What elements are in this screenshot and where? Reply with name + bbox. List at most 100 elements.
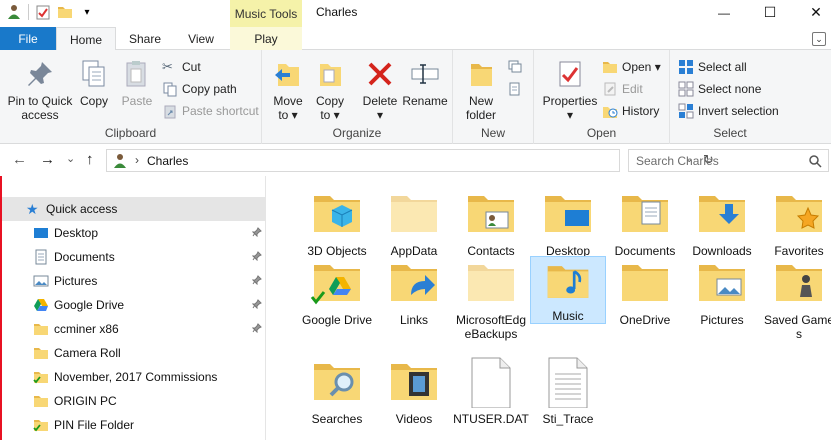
tab-view[interactable]: View	[176, 27, 226, 50]
breadcrumb-charles[interactable]: Charles	[147, 154, 188, 168]
close-button[interactable]: ✕	[793, 0, 831, 25]
nav-item-documents[interactable]: Documents	[2, 245, 265, 269]
window-edge-accent	[0, 176, 2, 440]
contacts-folder-icon	[468, 196, 514, 232]
pin-icon	[28, 62, 52, 86]
google-drive-icon	[34, 299, 48, 311]
new-folder-button[interactable]: New folder	[461, 58, 501, 122]
minimize-button[interactable]: —	[701, 0, 747, 25]
nav-item-november-commissions[interactable]: November, 2017 Commissions	[2, 365, 265, 389]
copy-path-button[interactable]: Copy path	[162, 80, 237, 98]
copy-to-button[interactable]: Copy to ▾	[312, 58, 348, 122]
nav-item-origin-pc[interactable]: ORIGIN PC	[2, 389, 265, 413]
properties-icon[interactable]	[35, 3, 51, 21]
select-all-button[interactable]: Select all	[678, 58, 747, 76]
nav-item-pictures[interactable]: Pictures	[2, 269, 265, 293]
paste-shortcut-button[interactable]: Paste shortcut	[162, 102, 259, 120]
item-google-drive[interactable]: Google Drive	[299, 245, 375, 327]
forward-button[interactable]: →	[40, 151, 55, 168]
clipboard-group: Pin to Quick access Copy Paste ✂ Cut Cop…	[0, 50, 262, 144]
move-to-icon	[275, 64, 299, 86]
item-pictures[interactable]: Pictures	[684, 245, 760, 327]
new-folder-icon[interactable]	[57, 3, 73, 21]
address-bar[interactable]: › Charles ⌄ ↻	[106, 149, 714, 172]
search-placeholder: Search Charles	[636, 154, 719, 168]
clipboard-group-label: Clipboard	[104, 126, 157, 140]
edit-icon	[604, 82, 616, 96]
item-desktop[interactable]: Desktop	[530, 176, 606, 258]
search-input[interactable]: Search Charles	[628, 149, 829, 172]
select-none-icon	[678, 81, 694, 97]
new-group-label: New	[480, 126, 505, 140]
invert-selection-button[interactable]: Invert selection	[678, 102, 779, 120]
nav-item-ccminer[interactable]: ccminer x86	[2, 317, 265, 341]
pin-icon[interactable]	[251, 226, 262, 240]
select-group: Select all Select none Invert selection …	[670, 50, 790, 144]
nav-pane-scrollbar[interactable]	[266, 176, 283, 440]
item-sti-trace[interactable]: Sti_Trace	[530, 344, 606, 426]
item-searches[interactable]: Searches	[299, 344, 375, 426]
quick-access-toolbar: ▾	[6, 3, 95, 21]
context-tab-group-label: Music Tools	[230, 0, 302, 27]
up-button[interactable]: ↑	[86, 151, 94, 168]
item-saved-games[interactable]: Saved Games	[761, 245, 831, 341]
select-all-icon	[679, 60, 693, 74]
tab-file[interactable]: File	[0, 27, 56, 50]
delete-button[interactable]: Delete ▾	[360, 58, 400, 122]
open-button[interactable]: Open ▾	[602, 58, 661, 76]
item-videos[interactable]: Videos	[376, 344, 452, 426]
edit-button[interactable]: Edit	[602, 80, 643, 98]
pin-icon[interactable]	[251, 250, 262, 264]
nav-item-google-drive[interactable]: Google Drive	[2, 293, 265, 317]
maximize-button[interactable]: ☐	[747, 0, 793, 25]
easy-access-icon	[509, 82, 520, 96]
item-ntuser-dat[interactable]: NTUSER.DAT	[453, 344, 529, 426]
recent-locations-button[interactable]: ⌄	[66, 152, 75, 165]
item-microsoft-edge-backups[interactable]: MicrosoftEdgeBackups	[453, 245, 529, 341]
item-music[interactable]: Music	[530, 256, 606, 324]
select-group-label: Select	[713, 126, 747, 140]
tab-share[interactable]: Share	[120, 27, 170, 50]
open-group: Properties ▾ Open ▾ Edit History Open	[534, 50, 670, 144]
item-links[interactable]: Links	[376, 245, 452, 327]
pin-icon[interactable]	[251, 298, 262, 312]
organize-group: Move to ▾ Copy to ▾ Delete ▾ Rename Orga…	[262, 50, 453, 144]
copy-icon	[82, 60, 105, 87]
searches-folder-icon	[314, 364, 360, 400]
new-item-button[interactable]	[507, 58, 523, 76]
breadcrumb-separator[interactable]: ›	[135, 153, 139, 167]
easy-access-button[interactable]	[507, 80, 523, 98]
paste-shortcut-icon	[164, 105, 176, 119]
tab-home[interactable]: Home	[56, 27, 116, 51]
downloads-folder-icon	[699, 196, 745, 232]
saved-games-folder-icon	[776, 265, 822, 301]
nav-quick-access[interactable]: ★ Quick access	[2, 197, 265, 221]
qat-dropdown-icon[interactable]: ▾	[79, 3, 95, 21]
copy-path-icon	[163, 82, 177, 97]
nav-item-desktop[interactable]: Desktop	[2, 221, 265, 245]
cut-button[interactable]: ✂ Cut	[162, 58, 201, 76]
tab-play[interactable]: Play	[230, 27, 302, 50]
select-none-button[interactable]: Select none	[678, 80, 761, 98]
nav-item-pin-file-folder[interactable]: PIN File Folder	[2, 413, 265, 437]
move-to-button[interactable]: Move to ▾	[270, 58, 306, 122]
paste-icon	[126, 61, 146, 87]
pin-icon[interactable]	[251, 322, 262, 336]
qat-divider	[28, 4, 29, 20]
pin-icon[interactable]	[251, 274, 262, 288]
google-drive-folder-icon	[310, 265, 360, 305]
videos-folder-icon	[391, 364, 437, 400]
pin-quick-access-button[interactable]: Pin to Quick access	[6, 58, 74, 122]
nav-item-camera-roll[interactable]: Camera Roll	[2, 341, 265, 365]
item-onedrive[interactable]: OneDrive	[607, 245, 683, 327]
user-folder-icon[interactable]	[6, 3, 22, 21]
folder-icon	[34, 396, 48, 407]
back-button[interactable]: ←	[12, 151, 27, 168]
collapse-ribbon-icon[interactable]: ⌄	[812, 32, 826, 46]
rename-button[interactable]: Rename	[402, 58, 448, 108]
paste-button[interactable]: Paste	[117, 58, 157, 108]
history-button[interactable]: History	[602, 102, 659, 120]
copy-button[interactable]: Copy	[76, 58, 112, 108]
invert-selection-icon	[678, 103, 694, 119]
properties-button[interactable]: Properties ▾	[542, 58, 598, 122]
